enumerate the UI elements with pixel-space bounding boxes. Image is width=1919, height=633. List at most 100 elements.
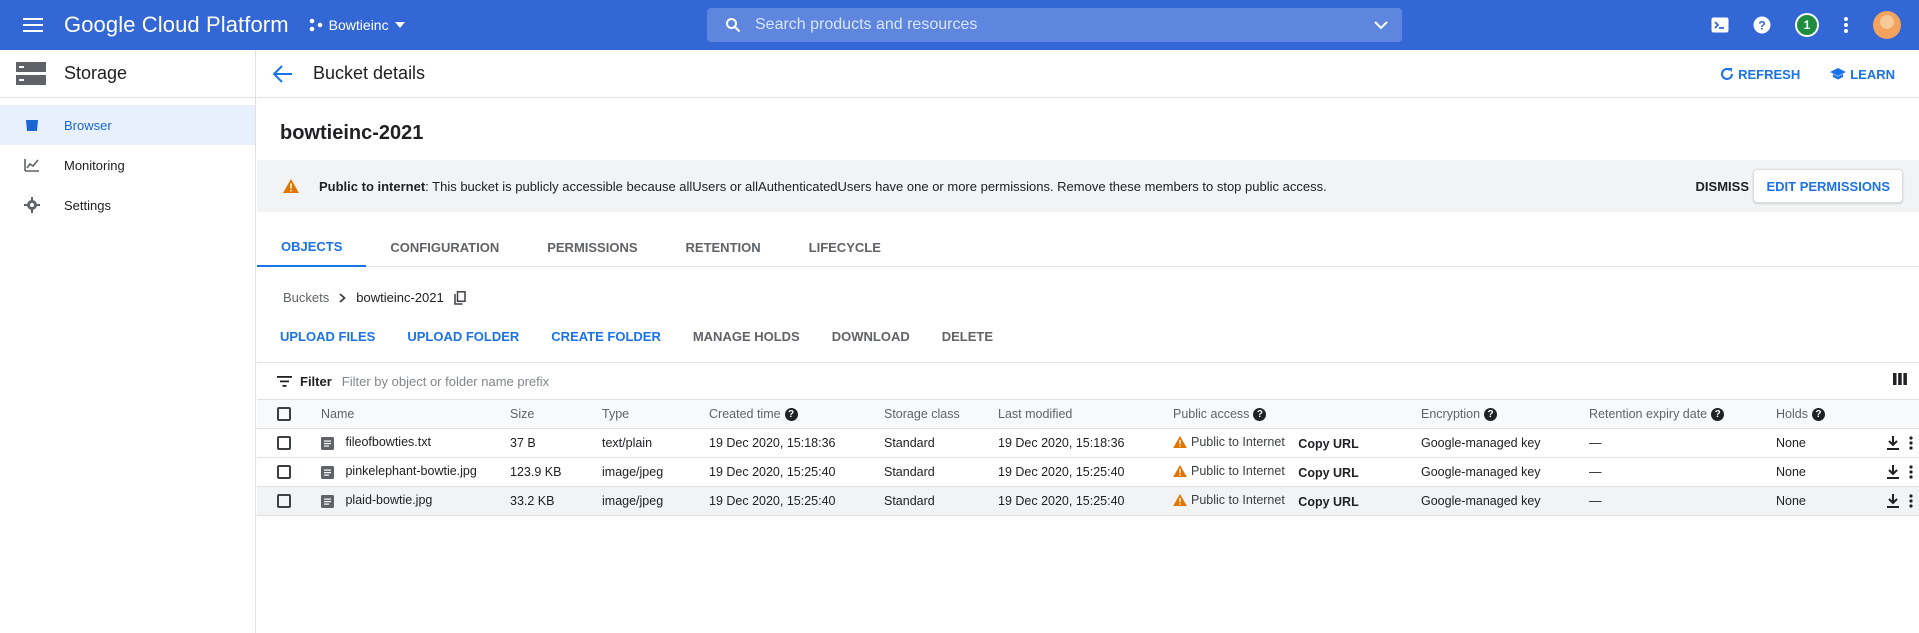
bucket-icon [22, 118, 42, 132]
row-checkbox[interactable] [277, 464, 291, 479]
public-access-banner: Public to internet: This bucket is publi… [257, 160, 1919, 212]
table-row[interactable]: plaid-bowtie.jpg 33.2 KB image/jpeg 19 D… [257, 486, 1919, 516]
tab-retention[interactable]: RETENTION [662, 227, 785, 267]
copy-icon[interactable] [453, 290, 466, 305]
row-checkbox[interactable] [277, 435, 291, 450]
cell-retention: — [1589, 428, 1776, 458]
file-icon [321, 465, 334, 479]
file-icon [321, 494, 334, 508]
manage-holds-button[interactable]: MANAGE HOLDS [693, 329, 800, 344]
refresh-button[interactable]: REFRESH [1720, 67, 1800, 82]
brand-title[interactable]: Google Cloud Platform [64, 12, 289, 38]
tab-lifecycle[interactable]: LIFECYCLE [785, 227, 905, 267]
filter-label: Filter [300, 373, 332, 389]
notifications-badge[interactable]: 1 [1795, 13, 1819, 37]
more-vert-icon[interactable] [1843, 16, 1849, 34]
more-vert-icon[interactable] [1909, 435, 1913, 450]
row-checkbox[interactable] [277, 493, 291, 508]
cloud-shell-icon[interactable] [1711, 17, 1729, 33]
warning-icon [1173, 464, 1187, 477]
filter-input[interactable]: Filter by object or folder name prefix [342, 374, 549, 389]
download-icon[interactable] [1887, 493, 1899, 508]
cell-holds: None [1776, 428, 1844, 458]
public-access-status: Public to Internet [1173, 435, 1285, 449]
learn-button[interactable]: LEARN [1830, 67, 1895, 82]
dismiss-button[interactable]: DISMISS [1696, 179, 1749, 194]
upload-folder-button[interactable]: UPLOAD FOLDER [407, 329, 519, 344]
project-selector[interactable]: Bowtieinc [309, 17, 405, 33]
download-button[interactable]: DOWNLOAD [832, 329, 910, 344]
warning-icon [1173, 435, 1187, 448]
header-name[interactable]: Name [297, 400, 510, 429]
table-header-row: Name Size Type Created time? Storage cla… [257, 400, 1919, 429]
sidebar-item-label: Settings [64, 197, 111, 213]
project-name: Bowtieinc [328, 17, 389, 33]
sidebar-item-monitoring[interactable]: Monitoring [0, 145, 255, 185]
cell-size: 37 B [510, 428, 602, 458]
header-holds[interactable]: Holds? [1776, 400, 1844, 429]
sidebar-title: Storage [64, 63, 128, 83]
tab-permissions[interactable]: PERMISSIONS [523, 227, 661, 267]
select-all-checkbox[interactable] [277, 407, 291, 422]
header-retention[interactable]: Retention expiry date? [1589, 400, 1776, 429]
table-row[interactable]: pinkelephant-bowtie.jpg 123.9 KB image/j… [257, 457, 1919, 487]
hamburger-menu-icon[interactable] [20, 12, 46, 38]
filter-icon [277, 375, 292, 387]
gear-icon [22, 197, 42, 213]
sidebar-item-settings[interactable]: Settings [0, 185, 255, 225]
chart-icon [22, 158, 42, 172]
header-last-modified[interactable]: Last modified [998, 400, 1173, 429]
main-content: Bucket details REFRESH LEARN bowtieinc-2… [257, 50, 1919, 633]
copy-url-link[interactable]: Copy URL [1298, 495, 1358, 509]
help-icon[interactable]: ? [1253, 407, 1267, 421]
help-icon[interactable]: ? [1753, 16, 1771, 34]
create-folder-button[interactable]: CREATE FOLDER [551, 329, 661, 344]
edit-permissions-button[interactable]: EDIT PERMISSIONS [1753, 169, 1903, 203]
back-arrow-icon[interactable] [273, 64, 293, 83]
file-icon [321, 436, 334, 450]
header-storage-class[interactable]: Storage class [884, 400, 998, 429]
object-name-link[interactable]: fileofbowties.txt [345, 435, 430, 449]
header-public-access[interactable]: Public access? [1173, 400, 1421, 429]
delete-button[interactable]: DELETE [942, 329, 993, 344]
account-avatar[interactable] [1873, 11, 1901, 39]
header-type[interactable]: Type [602, 400, 709, 429]
column-display-icon[interactable] [1893, 372, 1907, 386]
search-icon [726, 18, 741, 33]
top-app-bar: Google Cloud Platform Bowtieinc Search p… [0, 0, 1919, 50]
public-access-status: Public to Internet [1173, 493, 1285, 507]
object-name-link[interactable]: plaid-bowtie.jpg [345, 493, 432, 507]
download-icon[interactable] [1887, 464, 1899, 479]
download-icon[interactable] [1887, 435, 1899, 450]
help-icon[interactable]: ? [784, 407, 798, 421]
cell-storage-class: Standard [884, 486, 998, 516]
sidebar-item-browser[interactable]: Browser [0, 105, 255, 145]
breadcrumb-buckets[interactable]: Buckets [283, 290, 329, 305]
header-encryption[interactable]: Encryption? [1421, 400, 1589, 429]
object-name-link[interactable]: pinkelephant-bowtie.jpg [345, 464, 476, 478]
cell-encryption: Google-managed key [1421, 486, 1589, 516]
cell-storage-class: Standard [884, 428, 998, 458]
table-row[interactable]: fileofbowties.txt 37 B text/plain 19 Dec… [257, 428, 1919, 458]
chevron-down-icon[interactable] [1374, 21, 1388, 30]
cell-holds: None [1776, 457, 1844, 487]
help-icon[interactable]: ? [1811, 407, 1825, 421]
more-vert-icon[interactable] [1909, 493, 1913, 508]
upload-files-button[interactable]: UPLOAD FILES [280, 329, 375, 344]
cell-type: text/plain [602, 428, 709, 458]
help-icon[interactable]: ? [1484, 407, 1498, 421]
help-icon[interactable]: ? [1711, 407, 1725, 421]
header-created[interactable]: Created time? [709, 400, 884, 429]
storage-icon [16, 61, 46, 85]
tab-configuration[interactable]: CONFIGURATION [366, 227, 523, 267]
tab-objects[interactable]: OBJECTS [257, 227, 367, 267]
header-size[interactable]: Size [510, 400, 602, 429]
search-bar[interactable]: Search products and resources [707, 8, 1402, 42]
sidebar-item-label: Monitoring [64, 157, 125, 173]
copy-url-link[interactable]: Copy URL [1298, 437, 1358, 451]
school-icon [1830, 68, 1847, 80]
more-vert-icon[interactable] [1909, 464, 1913, 479]
cell-size: 33.2 KB [510, 486, 602, 516]
copy-url-link[interactable]: Copy URL [1298, 466, 1358, 480]
sidebar: Storage Browser Monitoring Settings [0, 50, 256, 633]
